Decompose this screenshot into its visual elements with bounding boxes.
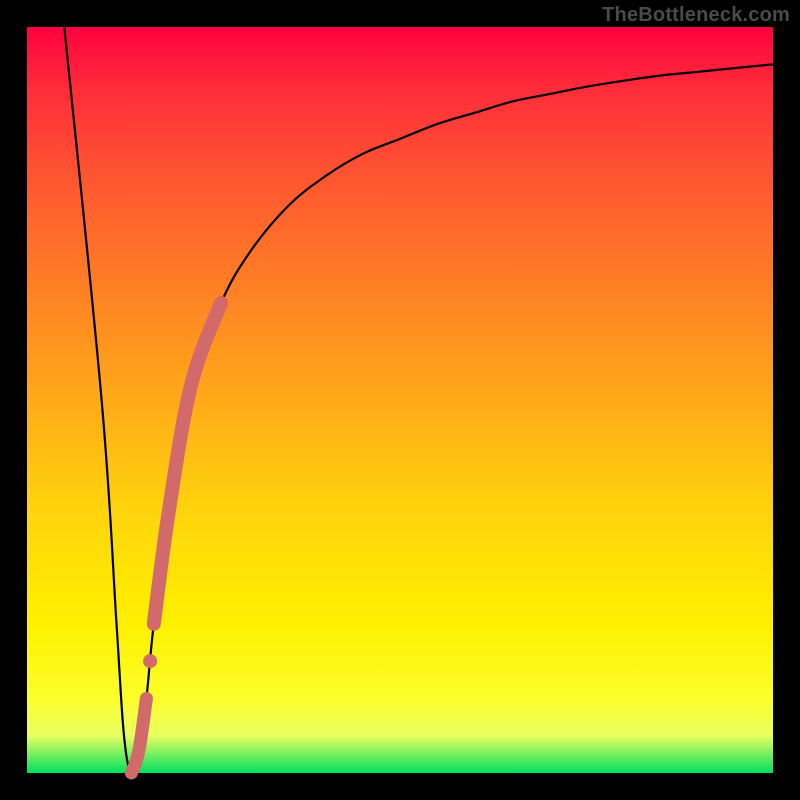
highlight-dot-gap xyxy=(143,654,157,668)
chart-plot-area xyxy=(27,27,773,773)
chart-frame: TheBottleneck.com xyxy=(0,0,800,800)
bottleneck-curve xyxy=(64,27,773,773)
watermark-text: TheBottleneck.com xyxy=(602,4,790,27)
highlight-segment-lower xyxy=(131,698,146,773)
highlight-segment-upper xyxy=(154,303,221,624)
chart-svg xyxy=(27,27,773,773)
